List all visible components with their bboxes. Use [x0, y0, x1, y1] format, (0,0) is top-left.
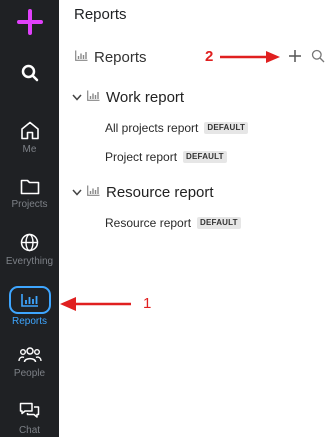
annotation-number-1: 1 [143, 295, 152, 312]
annotation-arrows [60, 51, 280, 311]
annotation-number-2: 2 [205, 48, 214, 65]
annotation-arrowhead-2 [266, 51, 280, 63]
annotation-arrowhead-1 [60, 297, 76, 311]
